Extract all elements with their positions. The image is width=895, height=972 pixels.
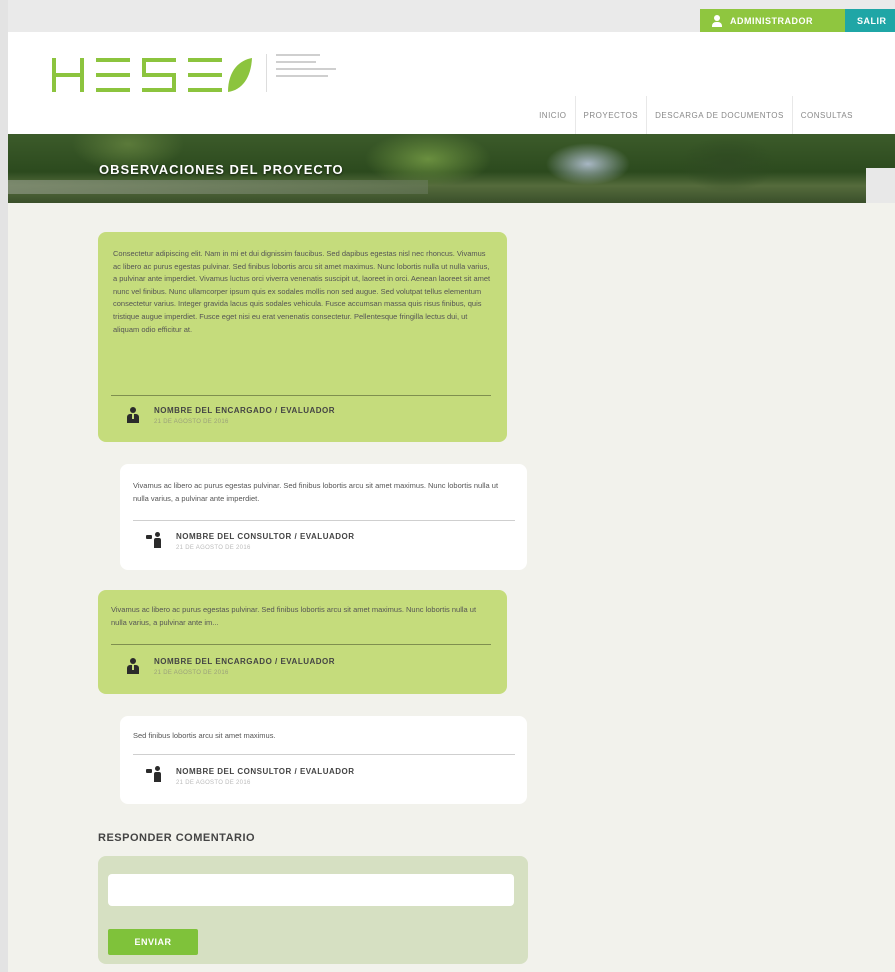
page-title: OBSERVACIONES DEL PROYECTO bbox=[99, 162, 344, 177]
nav-consultas[interactable]: CONSULTAS bbox=[791, 96, 861, 134]
comment-card: Vivamus ac libero ac purus egestas pulvi… bbox=[98, 590, 507, 694]
comment-card: Consectetur adipiscing elit. Nam in mi e… bbox=[98, 232, 507, 442]
main-nav: INICIO PROYECTOS DESCARGA DE DOCUMENTOS … bbox=[531, 96, 861, 134]
hese-logo-graphic bbox=[52, 58, 252, 92]
logo-separator bbox=[266, 54, 267, 92]
evaluator-icon bbox=[126, 658, 140, 674]
logo-tagline bbox=[276, 52, 356, 85]
tagline-graphic bbox=[276, 54, 336, 77]
comment-card: Sed finibus lobortis arcu sit amet maxim… bbox=[120, 716, 527, 804]
top-bar: ADMINISTRADOR SALIR bbox=[8, 0, 895, 32]
comment-card: Vivamus ac libero ac purus egestas pulvi… bbox=[120, 464, 527, 570]
nav-proyectos[interactable]: PROYECTOS bbox=[574, 96, 647, 134]
admin-button[interactable]: ADMINISTRADOR bbox=[700, 9, 853, 32]
reply-form: ENVIAR bbox=[98, 856, 528, 964]
comment-author: NOMBRE DEL ENCARGADO / EVALUADOR bbox=[154, 406, 336, 415]
comment-author: NOMBRE DEL CONSULTOR / EVALUADOR bbox=[176, 532, 355, 541]
comment-text: Sed finibus lobortis arcu sit amet maxim… bbox=[133, 731, 276, 740]
reply-input[interactable] bbox=[108, 874, 514, 906]
evaluator-icon bbox=[126, 407, 140, 423]
send-button[interactable]: ENVIAR bbox=[108, 929, 198, 955]
nav-inicio[interactable]: INICIO bbox=[531, 96, 574, 134]
reply-title: RESPONDER COMENTARIO bbox=[98, 832, 256, 844]
comment-date: 21 DE AGOSTO DE 2016 bbox=[176, 780, 251, 786]
comment-author: NOMBRE DEL CONSULTOR / EVALUADOR bbox=[176, 767, 355, 776]
page: ADMINISTRADOR SALIR INICIO PROYECTOS DES… bbox=[8, 0, 895, 972]
user-icon bbox=[712, 14, 722, 27]
comment-divider bbox=[133, 520, 515, 521]
comment-divider bbox=[133, 754, 515, 755]
comment-date: 21 DE AGOSTO DE 2016 bbox=[154, 419, 229, 425]
consultant-icon bbox=[146, 532, 164, 548]
comment-text: Vivamus ac libero ac purus egestas pulvi… bbox=[133, 481, 499, 503]
comment-text: Vivamus ac libero ac purus egestas pulvi… bbox=[111, 605, 477, 627]
comment-author: NOMBRE DEL ENCARGADO / EVALUADOR bbox=[154, 657, 336, 666]
admin-button-label: ADMINISTRADOR bbox=[730, 15, 813, 26]
logout-button-label: SALIR bbox=[857, 15, 887, 26]
site-header: INICIO PROYECTOS DESCARGA DE DOCUMENTOS … bbox=[8, 32, 895, 134]
hero-banner: OBSERVACIONES DEL PROYECTO bbox=[8, 134, 895, 203]
comment-date: 21 DE AGOSTO DE 2016 bbox=[176, 545, 251, 551]
logo[interactable] bbox=[52, 56, 252, 101]
comment-divider bbox=[111, 644, 491, 645]
left-rail bbox=[0, 0, 8, 972]
comment-divider bbox=[111, 395, 491, 396]
nav-descarga-documentos[interactable]: DESCARGA DE DOCUMENTOS bbox=[646, 96, 792, 134]
comment-date: 21 DE AGOSTO DE 2016 bbox=[154, 670, 229, 676]
logout-button[interactable]: SALIR bbox=[845, 9, 895, 32]
banner-house-image bbox=[866, 168, 895, 203]
consultant-icon bbox=[146, 766, 164, 782]
comment-text: Consectetur adipiscing elit. Nam in mi e… bbox=[113, 249, 491, 334]
